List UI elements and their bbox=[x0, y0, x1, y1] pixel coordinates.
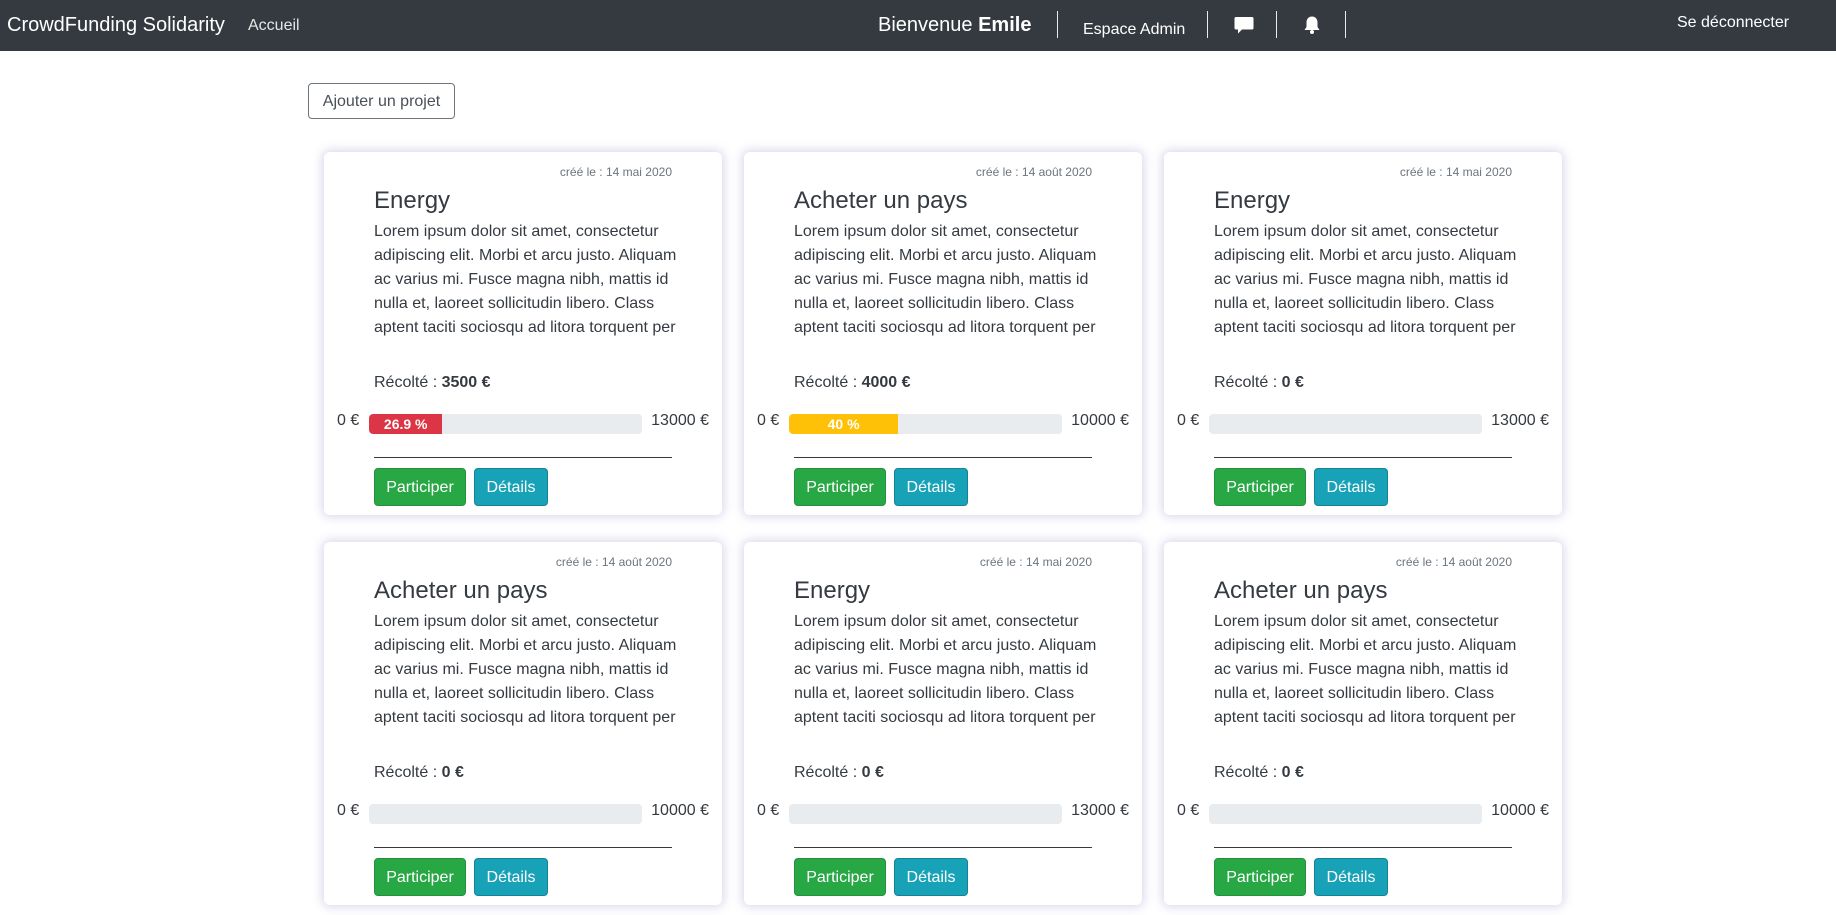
project-card: créé le : 14 mai 2020 Energy Lorem ipsum… bbox=[744, 542, 1142, 905]
details-button[interactable]: Détails bbox=[1314, 858, 1388, 896]
project-description: Lorem ipsum dolor sit amet, consectetur … bbox=[374, 223, 677, 336]
raised-label: Récolté : bbox=[794, 764, 862, 781]
project-date: créé le : 14 août 2020 bbox=[1395, 555, 1512, 569]
nav-divider bbox=[1057, 11, 1058, 38]
logout-link[interactable]: Se déconnecter bbox=[1677, 0, 1789, 48]
project-description: Lorem ipsum dolor sit amet, consectetur … bbox=[794, 613, 1097, 726]
raised-amount: Récolté : 0 € bbox=[374, 764, 464, 782]
raised-label: Récolté : bbox=[374, 764, 442, 781]
project-card: créé le : 14 août 2020 Acheter un pays L… bbox=[1164, 542, 1562, 905]
admin-link[interactable]: Espace Admin bbox=[1083, 4, 1185, 55]
details-button[interactable]: Détails bbox=[474, 858, 548, 896]
raised-value: 0 € bbox=[1281, 374, 1304, 391]
project-date: créé le : 14 mai 2020 bbox=[559, 165, 672, 179]
raised-amount: Récolté : 0 € bbox=[794, 764, 884, 782]
raised-value: 0 € bbox=[861, 764, 884, 781]
progress-bar bbox=[369, 804, 642, 824]
goal-min: 0 € bbox=[337, 802, 360, 819]
details-button[interactable]: Détails bbox=[474, 468, 548, 506]
progress-bar: 26.9 % bbox=[369, 414, 642, 434]
project-description: Lorem ipsum dolor sit amet, consectetur … bbox=[1214, 223, 1517, 336]
raised-value: 0 € bbox=[441, 764, 464, 781]
nav-divider bbox=[1345, 11, 1346, 38]
details-button[interactable]: Détails bbox=[894, 468, 968, 506]
goal-max: 13000 € bbox=[651, 412, 709, 429]
project-card: créé le : 14 août 2020 Acheter un pays L… bbox=[324, 542, 722, 905]
raised-amount: Récolté : 0 € bbox=[1214, 374, 1304, 392]
nav-divider bbox=[1276, 11, 1277, 38]
divider bbox=[794, 847, 1092, 848]
raised-amount: Récolté : 0 € bbox=[1214, 764, 1304, 782]
project-card: créé le : 14 mai 2020 Energy Lorem ipsum… bbox=[1164, 152, 1562, 515]
project-title: Energy bbox=[374, 187, 451, 214]
project-title: Energy bbox=[794, 577, 871, 604]
project-description: Lorem ipsum dolor sit amet, consectetur … bbox=[794, 223, 1097, 336]
progress-bar: 40 % bbox=[789, 414, 1062, 434]
raised-label: Récolté : bbox=[1214, 374, 1282, 391]
project-description: Lorem ipsum dolor sit amet, consectetur … bbox=[374, 613, 677, 726]
goal-max: 10000 € bbox=[1071, 412, 1129, 429]
raised-amount: Récolté : 3500 € bbox=[374, 374, 491, 392]
participate-button[interactable]: Participer bbox=[1214, 858, 1306, 896]
goal-min: 0 € bbox=[757, 802, 780, 819]
brand-link[interactable]: CrowdFunding Solidarity bbox=[7, 0, 225, 51]
project-date: créé le : 14 août 2020 bbox=[975, 165, 1092, 179]
raised-value: 3500 € bbox=[441, 374, 491, 391]
raised-amount: Récolté : 4000 € bbox=[794, 374, 911, 392]
details-button[interactable]: Détails bbox=[894, 858, 968, 896]
participate-button[interactable]: Participer bbox=[794, 858, 886, 896]
welcome-prefix: Bienvenue bbox=[878, 14, 979, 36]
participate-button[interactable]: Participer bbox=[1214, 468, 1306, 506]
bell-icon[interactable] bbox=[1301, 14, 1323, 36]
navbar: CrowdFunding Solidarity Accueil Bienvenu… bbox=[0, 0, 1836, 51]
divider bbox=[374, 457, 672, 458]
nav-divider bbox=[1207, 11, 1208, 38]
progress-bar bbox=[1209, 414, 1482, 434]
goal-max: 10000 € bbox=[1491, 802, 1549, 819]
raised-label: Récolté : bbox=[1214, 764, 1282, 781]
goal-max: 13000 € bbox=[1491, 412, 1549, 429]
nav-home-link[interactable]: Accueil bbox=[248, 0, 300, 51]
divider bbox=[1214, 457, 1512, 458]
user-name: Emile bbox=[978, 14, 1032, 36]
goal-max: 13000 € bbox=[1071, 802, 1129, 819]
project-title: Acheter un pays bbox=[794, 187, 968, 214]
divider bbox=[1214, 847, 1512, 848]
project-date: créé le : 14 mai 2020 bbox=[1399, 165, 1512, 179]
goal-min: 0 € bbox=[1177, 802, 1200, 819]
chat-bubble-icon[interactable] bbox=[1233, 14, 1255, 36]
welcome-message: Bienvenue Emile bbox=[878, 0, 1031, 51]
progress-fill: 40 % bbox=[789, 414, 899, 434]
raised-value: 4000 € bbox=[861, 374, 911, 391]
details-button[interactable]: Détails bbox=[1314, 468, 1388, 506]
divider bbox=[374, 847, 672, 848]
project-description: Lorem ipsum dolor sit amet, consectetur … bbox=[1214, 613, 1517, 726]
raised-value: 0 € bbox=[1281, 764, 1304, 781]
participate-button[interactable]: Participer bbox=[374, 468, 466, 506]
progress-bar bbox=[1209, 804, 1482, 824]
project-card: créé le : 14 août 2020 Acheter un pays L… bbox=[744, 152, 1142, 515]
project-date: créé le : 14 août 2020 bbox=[555, 555, 672, 569]
goal-max: 10000 € bbox=[651, 802, 709, 819]
project-card: créé le : 14 mai 2020 Energy Lorem ipsum… bbox=[324, 152, 722, 515]
raised-label: Récolté : bbox=[374, 374, 442, 391]
progress-bar bbox=[789, 804, 1062, 824]
goal-min: 0 € bbox=[1177, 412, 1200, 429]
goal-min: 0 € bbox=[337, 412, 360, 429]
add-project-button[interactable]: Ajouter un projet bbox=[308, 83, 455, 119]
project-title: Energy bbox=[1214, 187, 1291, 214]
project-title: Acheter un pays bbox=[1214, 577, 1388, 604]
raised-label: Récolté : bbox=[794, 374, 862, 391]
divider bbox=[794, 457, 1092, 458]
participate-button[interactable]: Participer bbox=[794, 468, 886, 506]
progress-fill: 26.9 % bbox=[369, 414, 443, 434]
goal-min: 0 € bbox=[757, 412, 780, 429]
project-date: créé le : 14 mai 2020 bbox=[979, 555, 1092, 569]
project-title: Acheter un pays bbox=[374, 577, 548, 604]
participate-button[interactable]: Participer bbox=[374, 858, 466, 896]
